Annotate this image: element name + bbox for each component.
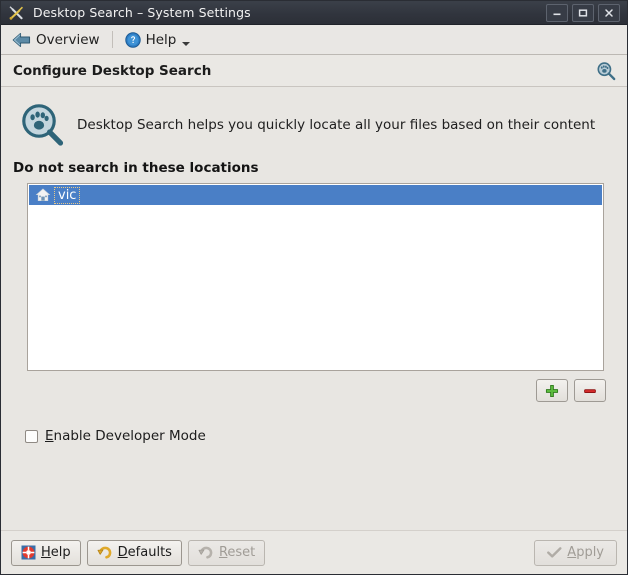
- minimize-button[interactable]: [546, 3, 568, 22]
- desktop-search-magnifier-icon: [19, 102, 65, 148]
- reset-button[interactable]: Reset: [187, 539, 266, 566]
- list-item[interactable]: vic: [29, 185, 602, 205]
- reset-button-label: Reset: [218, 545, 256, 560]
- help-button-label: Help: [41, 545, 71, 560]
- apply-button-label: Apply: [567, 545, 604, 560]
- overview-label: Overview: [36, 31, 100, 48]
- developer-mode-label-rest: nable Developer Mode: [53, 428, 206, 444]
- window-controls: [546, 3, 623, 22]
- undo-arrow-icon: [97, 545, 113, 560]
- intro-text: Desktop Search helps you quickly locate …: [77, 117, 596, 133]
- tools-icon: [8, 4, 25, 21]
- titlebar[interactable]: Desktop Search – System Settings: [1, 1, 627, 25]
- dialog-button-bar: Help Defaults Reset Apply: [1, 530, 627, 574]
- help-menu-button[interactable]: Help: [120, 30, 196, 50]
- page-header: Configure Desktop Search: [1, 55, 627, 87]
- developer-mode-label: Enable Developer Mode: [45, 428, 206, 444]
- list-action-buttons: [27, 379, 606, 402]
- help-lifering-icon: [21, 545, 36, 560]
- plus-icon: [545, 384, 559, 398]
- developer-mode-row[interactable]: Enable Developer Mode: [25, 428, 615, 444]
- content-area: Desktop Search helps you quickly locate …: [1, 87, 627, 528]
- add-location-button[interactable]: [536, 379, 568, 402]
- list-item-label: vic: [54, 186, 81, 204]
- defaults-button[interactable]: Defaults: [86, 539, 182, 566]
- help-label: Help: [145, 31, 177, 48]
- page-title: Configure Desktop Search: [13, 62, 212, 79]
- toolbar: Overview Help: [1, 25, 627, 55]
- help-circle-icon: [124, 31, 141, 48]
- system-settings-window: Desktop Search – System Settings Overvie…: [0, 0, 628, 575]
- overview-button[interactable]: Overview: [7, 30, 105, 50]
- checkmark-icon: [547, 546, 562, 559]
- chevron-down-icon: [182, 41, 191, 46]
- toolbar-separator: [111, 31, 113, 48]
- defaults-button-label: Defaults: [117, 545, 172, 560]
- close-button[interactable]: [598, 3, 620, 22]
- apply-button[interactable]: Apply: [534, 539, 617, 566]
- excluded-locations-list[interactable]: vic: [27, 183, 604, 371]
- intro-block: Desktop Search helps you quickly locate …: [13, 97, 615, 149]
- developer-mode-checkbox[interactable]: [25, 429, 38, 443]
- home-folder-icon: [35, 187, 51, 203]
- back-arrow-icon: [12, 32, 31, 48]
- locations-section-title: Do not search in these locations: [13, 160, 259, 176]
- search-paw-magnifier-icon[interactable]: [596, 61, 616, 81]
- window-title: Desktop Search – System Settings: [33, 5, 251, 20]
- undo-arrow-gray-icon: [198, 545, 214, 560]
- remove-location-button[interactable]: [574, 379, 606, 402]
- maximize-button[interactable]: [572, 3, 594, 22]
- developer-mode-accel: E: [45, 428, 54, 444]
- minus-icon: [583, 384, 597, 398]
- help-button[interactable]: Help: [11, 539, 81, 566]
